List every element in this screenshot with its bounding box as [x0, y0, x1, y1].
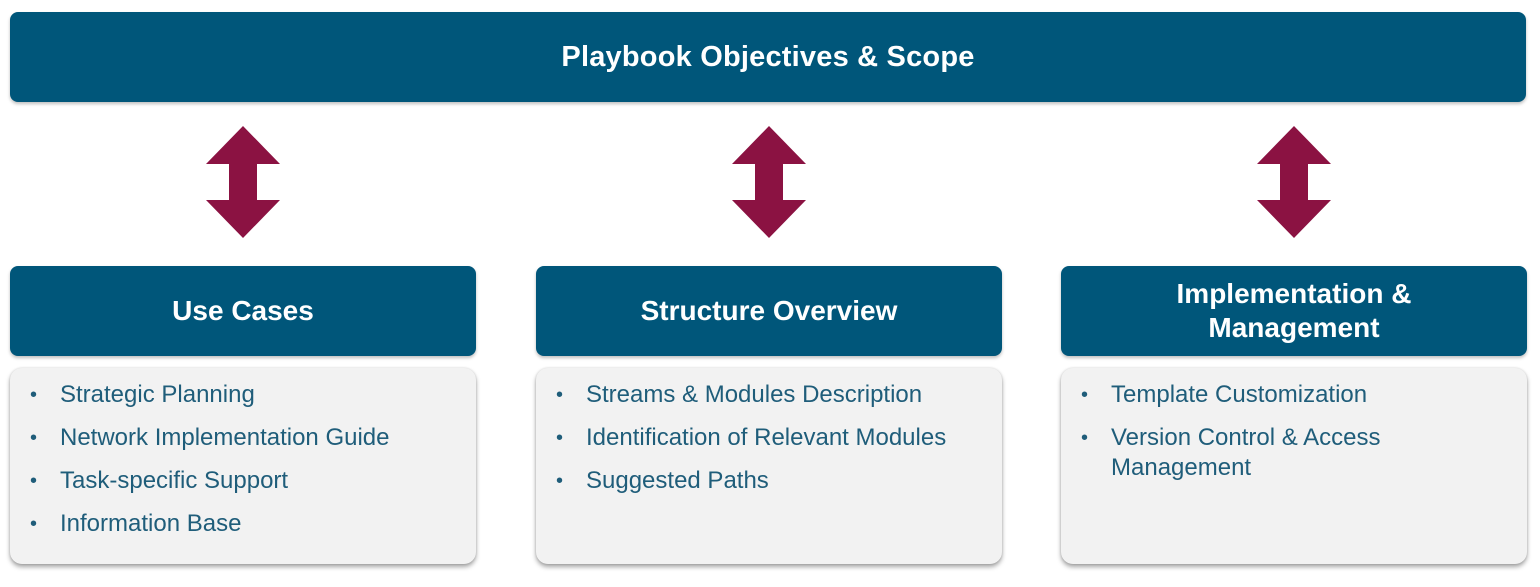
- list-item-text: Network Implementation Guide: [60, 424, 390, 451]
- list-item: • Network Implementation Guide: [30, 423, 456, 453]
- list-item-text: Task-specific Support: [60, 467, 289, 494]
- bullet-icon: •: [30, 384, 38, 406]
- list-item-text: Information Base: [60, 510, 242, 537]
- bullet-icon: •: [556, 384, 564, 406]
- bullet-icon: •: [30, 513, 38, 535]
- column-title: Implementation & Management: [1176, 278, 1412, 343]
- bullet-icon: •: [556, 427, 564, 449]
- list-item: • Version Control & Access Management: [1081, 423, 1507, 483]
- column-title: Use Cases: [172, 295, 314, 326]
- bullet-icon: •: [1081, 384, 1089, 406]
- column-implementation-management: Implementation & Management • Template Cu…: [1061, 266, 1527, 564]
- bullet-list: • Streams & Modules Description • Identifi…: [556, 380, 982, 496]
- list-item: • Information Base: [30, 509, 456, 539]
- column-structure-overview: Structure Overview • Streams & Modules De…: [536, 266, 1002, 564]
- bullet-icon: •: [1081, 427, 1089, 449]
- column-header: Use Cases: [10, 266, 476, 356]
- banner-title: Playbook Objectives & Scope: [561, 40, 975, 73]
- column-header: Implementation & Management: [1061, 266, 1527, 356]
- column-body: • Streams & Modules Description • Identifi…: [536, 368, 1002, 564]
- bullet-icon: •: [556, 470, 564, 492]
- list-item-text: Version Control & Access Management: [1111, 424, 1381, 481]
- bullet-icon: •: [30, 470, 38, 492]
- list-item-text: Streams & Modules Description: [586, 381, 923, 408]
- list-item-text: Suggested Paths: [586, 467, 769, 494]
- double-arrow-icon: [206, 126, 280, 238]
- bullet-icon: •: [30, 427, 38, 449]
- list-item: • Template Customization: [1081, 380, 1507, 410]
- list-item: • Task-specific Support: [30, 466, 456, 496]
- double-arrow-icon-svg: [732, 126, 806, 238]
- column-header: Structure Overview: [536, 266, 1002, 356]
- list-item-text: Template Customization: [1111, 381, 1368, 408]
- list-item: • Strategic Planning: [30, 380, 456, 410]
- column-title: Structure Overview: [640, 295, 898, 326]
- double-arrow-icon-svg: [1257, 126, 1331, 238]
- column-body: • Strategic Planning • Network Implementat…: [10, 368, 476, 564]
- list-item-text: Strategic Planning: [60, 381, 255, 408]
- list-item: • Streams & Modules Description: [556, 380, 982, 410]
- double-arrow-icon: [1257, 126, 1331, 238]
- column-body: • Template Customization • Version Control…: [1061, 368, 1527, 564]
- bullet-list: • Strategic Planning • Network Implementat…: [30, 380, 456, 539]
- list-item: • Suggested Paths: [556, 466, 982, 496]
- bullet-list: • Template Customization • Version Control…: [1081, 380, 1507, 483]
- list-item: • Identification of Relevant Modules: [556, 423, 982, 453]
- column-use-cases: Use Cases • Strategic Planning • Network I…: [10, 266, 476, 564]
- objectives-banner: Playbook Objectives & Scope: [10, 12, 1526, 102]
- double-arrow-icon-svg: [206, 126, 280, 238]
- double-arrow-icon: [732, 126, 806, 238]
- list-item-text: Identification of Relevant Modules: [586, 424, 947, 451]
